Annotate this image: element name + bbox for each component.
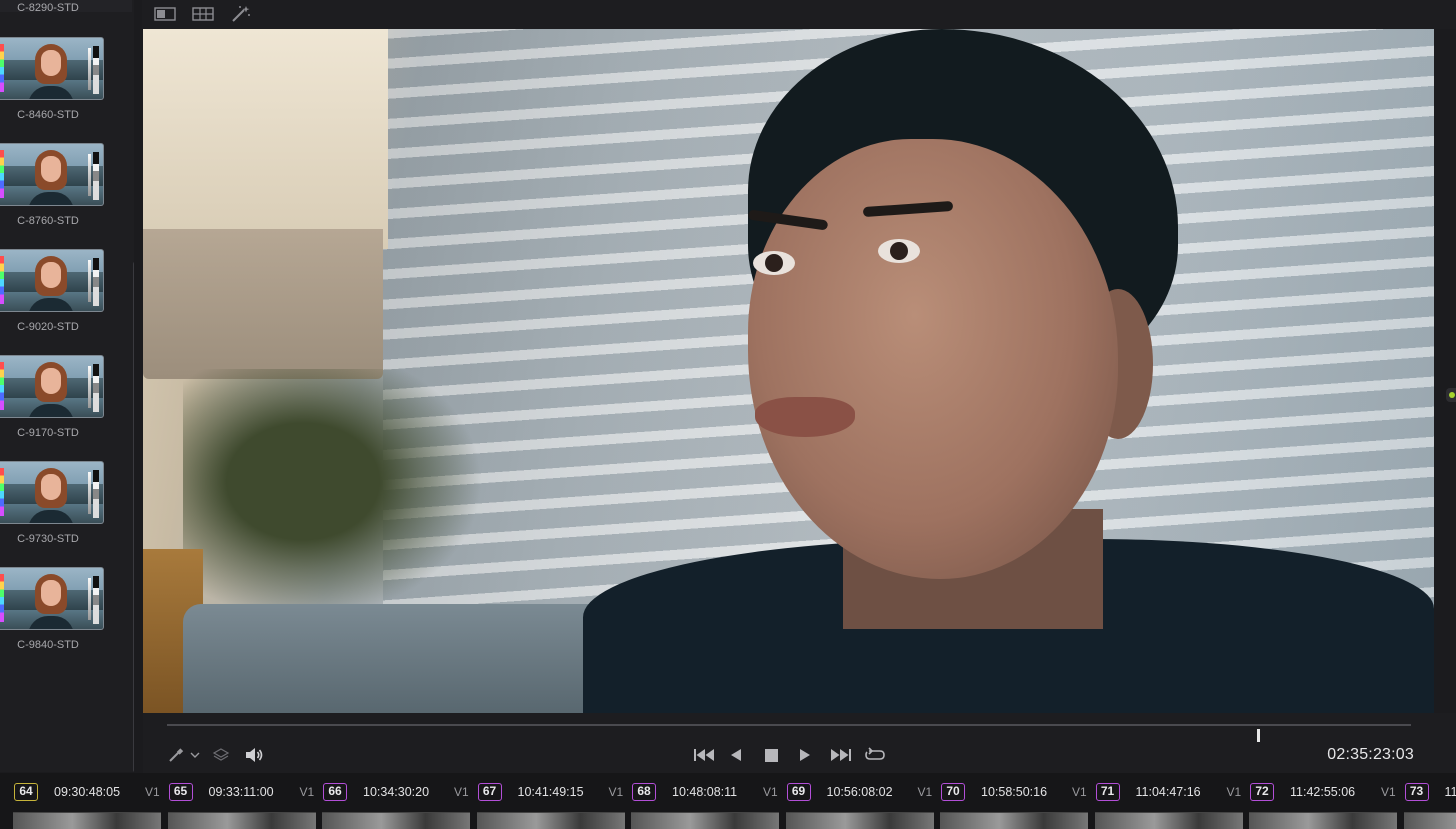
gallery-panel: C-8290-STD C-8460-STD C-8760-STD C-9020-ST… [0,0,134,772]
still-thumbnail[interactable] [0,37,104,100]
timeline-clip[interactable]: 68 10:48:08:11 V1 [618,773,779,829]
playhead[interactable] [1257,729,1260,742]
gallery-scrollbar[interactable] [133,262,134,772]
video-viewer[interactable] [143,29,1434,713]
gallery-still[interactable]: C-8460-STD [0,37,104,121]
clip-number-badge: 72 [1250,783,1274,801]
right-rail [1436,29,1456,713]
still-label: C-9170-STD [17,427,79,439]
magic-wand-icon[interactable] [230,6,252,22]
timeline-clip[interactable]: 72 11:42:55:06 V1 [1236,773,1397,829]
clip-number-badge: 67 [477,783,502,801]
gallery-still[interactable]: C-9730-STD [0,461,104,545]
timeline-clip[interactable]: 67 10:41:49:15 V1 [464,773,625,829]
timeline-clip[interactable]: 73 11 [1391,773,1456,829]
timeline-clip[interactable]: 64 09:30:48:05 V1 [0,773,161,829]
subject-mouth [755,397,855,437]
timeline-clip[interactable]: 69 10:56:08:02 V1 [773,773,934,829]
speaker-icon[interactable] [243,746,265,764]
resolve-color-page: C-8290-STD C-8460-STD C-8760-STD C-9020-ST… [0,0,1456,829]
clip-thumbnail[interactable] [940,812,1088,829]
clip-timecode: 10:58:50:16 [981,785,1048,799]
timeline-clip[interactable]: 66 10:34:30:20 V1 [309,773,470,829]
clip-timeline-strip: 64 09:30:48:05 V1 65 09:33:11:00 V1 66 10:34:30… [0,773,1456,829]
clip-timecode: 11:42:55:06 [1290,785,1356,799]
lamp-shade [143,229,383,379]
node-indicator-dot[interactable] [1446,388,1456,402]
split-viewer-icon[interactable] [192,6,214,22]
dropdown-chevron-icon[interactable] [189,746,201,764]
clip-timecode: 09:30:48:05 [54,785,121,799]
clip-number-badge: 71 [1095,783,1120,801]
still-thumbnail[interactable] [0,355,104,418]
clip-thumbnail[interactable] [1403,812,1456,829]
layers-icon[interactable] [211,746,231,764]
still-label: C-8290-STD [17,2,79,14]
still-label: C-9730-STD [17,533,79,545]
clip-thumbnail[interactable] [631,812,779,829]
gallery-still[interactable]: C-9020-STD [0,249,104,333]
timeline-clip[interactable]: 65 09:33:11:00 V1 [155,773,316,829]
subject-eye-right [878,239,920,263]
picker-tool-icon[interactable] [167,746,185,764]
clip-number-badge: 73 [1404,783,1429,801]
clip-thumbnail[interactable] [1249,812,1397,829]
play-icon[interactable] [798,746,812,764]
clip-thumbnail[interactable] [13,812,161,829]
still-label: C-8460-STD [17,109,79,121]
timecode-display: 02:35:23:03 [1327,746,1414,763]
clip-number-badge: 69 [786,783,811,801]
skip-to-start-icon[interactable] [692,746,716,764]
stop-icon[interactable] [763,746,779,764]
clip-timecode: 10:34:30:20 [363,785,430,799]
clip-thumbnail[interactable] [476,812,625,829]
still-label: C-9840-STD [17,639,79,651]
clip-thumbnail[interactable] [322,812,470,829]
clip-number-badge: 64 [14,783,38,801]
transport-bar: 02:35:23:03 [143,713,1456,773]
clip-timecode: 11 [1444,785,1456,799]
clip-number-badge: 65 [168,783,193,801]
skip-to-end-icon[interactable] [829,746,853,764]
clip-number-badge: 70 [941,783,965,801]
still-thumbnail[interactable] [0,249,104,312]
clip-number-badge: 66 [323,783,347,801]
clip-timecode: 10:41:49:15 [517,785,584,799]
still-label: C-8760-STD [17,215,79,227]
still-label: C-9020-STD [17,321,79,333]
still-thumbnail[interactable] [0,461,104,524]
clip-timecode: 10:48:08:11 [672,785,738,799]
timeline-clip[interactable]: 70 10:58:50:16 V1 [927,773,1088,829]
gallery-still[interactable]: C-8760-STD [0,143,104,227]
loop-icon[interactable] [863,746,887,764]
background-wall [143,29,388,249]
clip-number-badge: 68 [632,783,656,801]
subject-eye-left [753,251,795,275]
still-thumbnail[interactable] [0,567,104,630]
timeline-clip[interactable]: 71 11:04:47:16 V1 [1082,773,1243,829]
clip-thumbnail[interactable] [167,812,316,829]
gallery-still[interactable]: C-9840-STD [0,567,104,651]
viewer-toolbar [142,0,1456,29]
still-thumbnail[interactable] [0,143,104,206]
single-viewer-icon[interactable] [154,6,176,22]
gallery-still[interactable]: C-9170-STD [0,355,104,439]
clip-timecode: 11:04:47:16 [1135,785,1201,799]
play-reverse-icon[interactable] [729,746,743,764]
scrubber-track[interactable] [167,724,1411,742]
clip-thumbnail[interactable] [785,812,934,829]
clip-timecode: 09:33:11:00 [208,785,274,799]
clip-thumbnail[interactable] [1094,812,1243,829]
background-plant [183,369,483,619]
clip-timecode: 10:56:08:02 [826,785,893,799]
